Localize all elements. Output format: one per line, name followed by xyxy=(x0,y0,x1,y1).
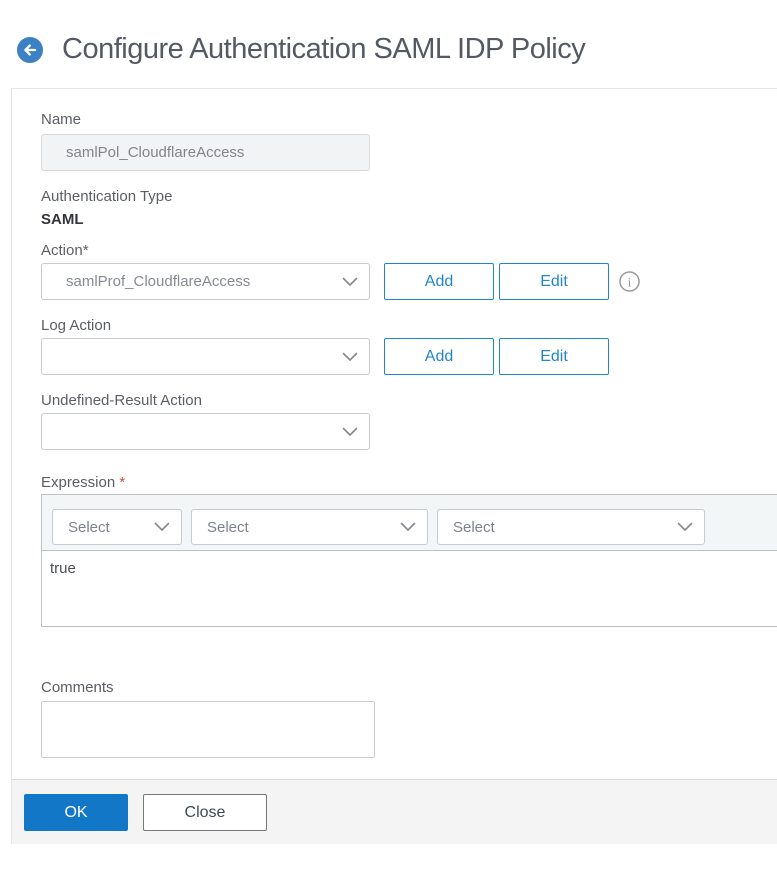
expression-editor: Select Select Select true xyxy=(41,494,777,627)
chevron-down-icon xyxy=(400,522,416,531)
form-footer: OK Close xyxy=(12,779,777,844)
comments-label: Comments xyxy=(41,679,114,696)
chevron-down-icon xyxy=(342,352,358,361)
undefined-result-action-row xyxy=(41,413,777,450)
expression-select-2[interactable]: Select xyxy=(191,509,428,545)
info-icon-glyph: i xyxy=(628,275,632,289)
expression-label: Expression * xyxy=(41,473,777,493)
action-edit-button[interactable]: Edit xyxy=(499,263,609,300)
close-button[interactable]: Close xyxy=(143,794,267,831)
expression-select-1-value: Select xyxy=(68,518,110,536)
expression-select-3-value: Select xyxy=(453,518,495,536)
chevron-down-icon xyxy=(342,277,358,286)
expression-toolbar: Select Select Select xyxy=(42,495,777,551)
info-icon[interactable]: i xyxy=(619,271,640,292)
arrow-left-circle-icon xyxy=(17,37,43,63)
ok-button[interactable]: OK xyxy=(24,794,128,831)
log-action-label: Log Action xyxy=(41,317,112,334)
chevron-down-icon xyxy=(677,522,693,531)
expression-select-3[interactable]: Select xyxy=(437,509,705,545)
log-action-add-button[interactable]: Add xyxy=(384,338,494,375)
chevron-down-icon xyxy=(154,522,170,531)
action-select-value: samlProf_CloudflareAccess xyxy=(66,273,251,290)
page-title: Configure Authentication SAML IDP Policy xyxy=(62,33,586,65)
action-row: samlProf_CloudflareAccess Add Edit i xyxy=(41,263,777,300)
form-panel: Name Authentication Type SAML Action* sa… xyxy=(11,88,777,844)
action-select[interactable]: samlProf_CloudflareAccess xyxy=(41,263,370,300)
undefined-result-action-label: Undefined-Result Action xyxy=(41,392,202,409)
auth-type-value: SAML xyxy=(41,211,84,228)
action-label: Action* xyxy=(41,242,89,259)
expression-required-mark: * xyxy=(119,474,126,491)
undefined-result-action-select[interactable] xyxy=(41,413,370,450)
form-body: Name Authentication Type SAML Action* sa… xyxy=(12,89,777,758)
expression-select-1[interactable]: Select xyxy=(52,509,182,545)
name-label: Name xyxy=(41,111,82,128)
action-add-button[interactable]: Add xyxy=(384,263,494,300)
page-header: Configure Authentication SAML IDP Policy xyxy=(0,0,777,88)
comments-input[interactable] xyxy=(41,701,375,758)
expression-label-text: Expression xyxy=(41,474,120,491)
log-action-select[interactable] xyxy=(41,338,370,375)
expression-input[interactable]: true xyxy=(42,551,777,626)
log-action-row: Add Edit xyxy=(41,338,777,375)
name-input[interactable] xyxy=(41,134,370,171)
chevron-down-icon xyxy=(342,427,358,436)
expression-select-2-value: Select xyxy=(207,518,249,536)
comments-block: Comments xyxy=(41,678,777,758)
log-action-edit-button[interactable]: Edit xyxy=(499,338,609,375)
auth-type-label: Authentication Type xyxy=(41,188,173,205)
back-button[interactable] xyxy=(17,37,43,63)
